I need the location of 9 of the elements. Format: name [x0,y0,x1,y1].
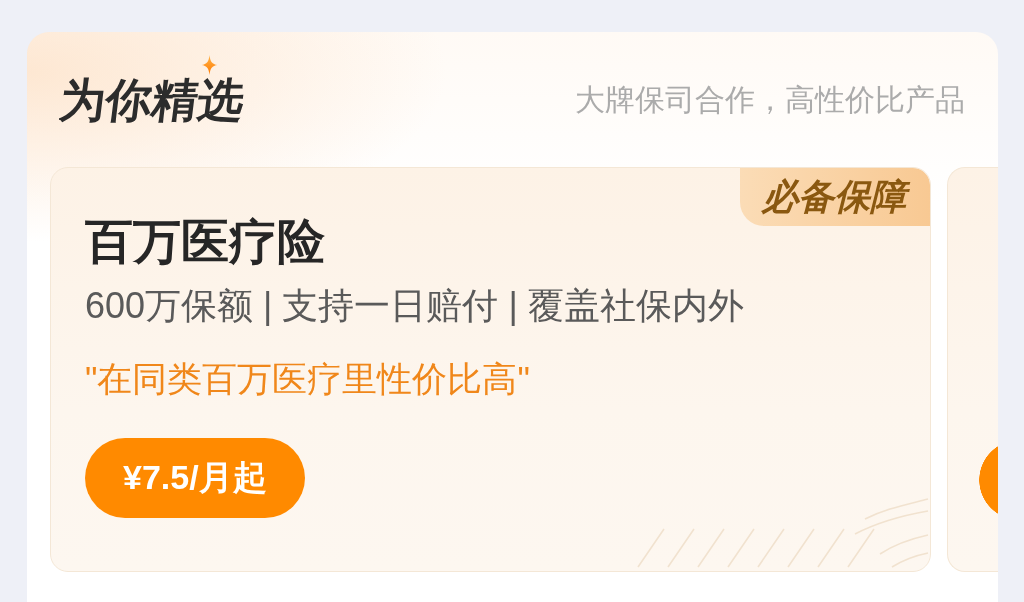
section-subtitle: 大牌保司合作，高性价比产品 [575,82,965,118]
product-card[interactable]: 必备保障 百万医疗险 600万保额 | 支持一日赔付 | 覆盖社保内外 "在同类百万医疗里性价比高" ¥7.5/月起 [50,167,931,572]
quote-text: "在同类百万医疗里性价比高" [85,358,530,400]
sparkle-icon [201,55,218,75]
product-card[interactable] [947,167,998,572]
product-name: 百万医疗险 [85,214,325,270]
section-title: 为你精选 [55,75,249,125]
category-badge: 必备保障 [740,168,930,226]
feature-text: 600万保额 | 支持一日赔付 | 覆盖社保内外 [85,285,744,327]
